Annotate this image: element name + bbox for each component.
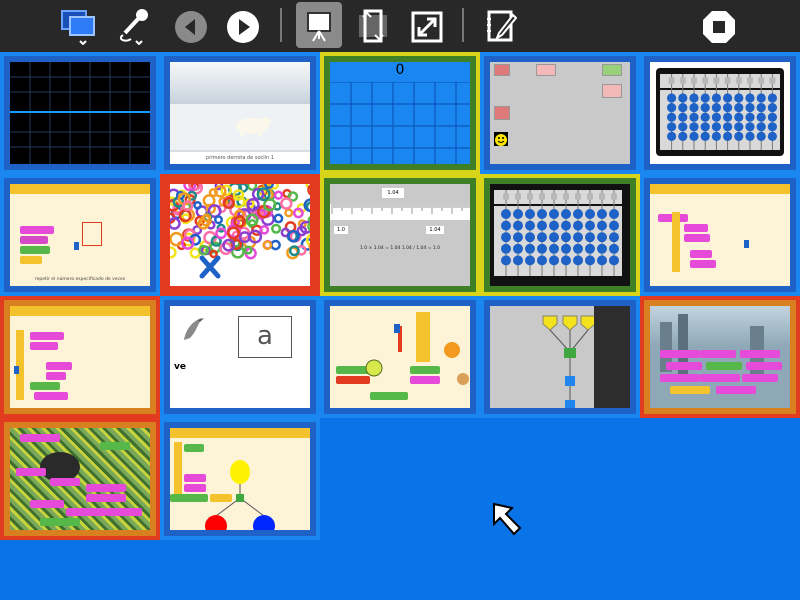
view-icon[interactable]	[56, 2, 102, 48]
thumbnail-7[interactable]	[160, 174, 320, 296]
thumbnail-15[interactable]	[640, 296, 800, 418]
thumbnail-12[interactable]: a ve	[160, 296, 320, 418]
thumbnail-14[interactable]	[480, 296, 640, 418]
back-icon[interactable]	[168, 2, 214, 48]
thumbnail-17[interactable]	[160, 418, 320, 540]
abacus	[656, 68, 784, 156]
presentation-icon[interactable]	[296, 2, 342, 48]
fullscreen-icon[interactable]	[404, 2, 450, 48]
thumbnail-5[interactable]	[640, 52, 800, 174]
mouse-cursor-icon	[490, 500, 530, 544]
color-mixing-diagram	[205, 460, 275, 530]
thumbnail-9[interactable]	[480, 174, 640, 296]
thumbnail-16[interactable]	[0, 418, 160, 540]
polar-bear-icon	[236, 117, 271, 137]
separator	[280, 8, 282, 42]
rotate-icon[interactable]	[350, 2, 396, 48]
letter-card: a	[238, 316, 292, 358]
word-caption: ve	[174, 362, 186, 372]
thumbnail-13[interactable]	[320, 296, 480, 418]
toolbar	[0, 0, 800, 52]
stop-icon[interactable]	[696, 2, 742, 48]
counter-value: 0	[395, 62, 405, 78]
thumbnail-3[interactable]: 0	[320, 52, 480, 174]
bird-icon	[184, 318, 204, 340]
notes-icon[interactable]	[478, 2, 524, 48]
thumbnail-4[interactable]	[480, 52, 640, 174]
smiley-icon	[494, 132, 508, 146]
ruler	[330, 204, 470, 220]
thumbnail-8[interactable]: 1.04 1.0 1.04 1.0 × 1.04 = 1.04 1.04 / 1…	[320, 174, 480, 296]
thumbnail-10[interactable]	[640, 174, 800, 296]
thumbnail-caption: primero derrota de soclin 1	[170, 152, 310, 164]
thumbnail-grid: primero derrota de soclin 1 0 repetir el…	[0, 52, 800, 600]
play-icon[interactable]	[220, 2, 266, 48]
cookie-icon	[457, 373, 469, 385]
apple-icon	[365, 359, 383, 377]
thumbnail-11[interactable]	[0, 296, 160, 418]
separator	[462, 8, 464, 42]
microphone-icon[interactable]	[112, 2, 158, 48]
thumbnail-caption: repetir el número especificado de veces	[34, 277, 126, 282]
thumbnail-6[interactable]: repetir el número especificado de veces	[0, 174, 160, 296]
orange-icon	[444, 342, 460, 358]
thumbnail-2[interactable]: primero derrota de soclin 1	[160, 52, 320, 174]
thumbnail-1[interactable]	[0, 52, 160, 174]
